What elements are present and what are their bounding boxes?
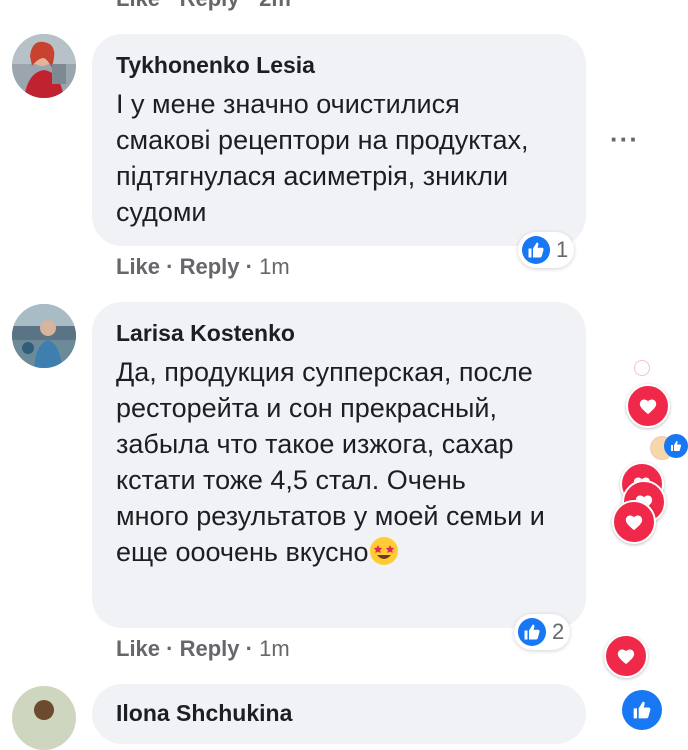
- reply-link[interactable]: Reply: [180, 636, 240, 661]
- comment-author[interactable]: Larisa Kostenko: [116, 320, 295, 347]
- comment-text: І у мене значно очистилися смакові рецеп…: [116, 89, 529, 227]
- previous-timestamp: 2m: [259, 0, 291, 11]
- reply-link[interactable]: Reply: [180, 254, 240, 279]
- like-icon: [522, 236, 550, 264]
- avatar-tykhonenko-lesia[interactable]: [12, 34, 76, 98]
- like-icon: [622, 690, 662, 730]
- heart-icon: [626, 384, 670, 428]
- separator: ·: [239, 254, 260, 279]
- heart-icon: [612, 500, 656, 544]
- separator: ·: [240, 0, 260, 11]
- comment-timestamp: 1m: [259, 254, 290, 279]
- comment-bubble: Tykhonenko Lesia І у мене значно очистил…: [92, 34, 586, 246]
- reaction-count: 2: [552, 619, 565, 644]
- comment-author[interactable]: Ilona Shchukina: [116, 700, 292, 727]
- previous-comment-actions: Like · Reply · 2m: [116, 0, 291, 12]
- reaction-summary[interactable]: 1: [518, 232, 575, 268]
- fading-heart-icon: [634, 360, 650, 376]
- avatar-larisa-kostenko[interactable]: [12, 304, 76, 368]
- previous-like-link[interactable]: Like: [116, 0, 160, 11]
- comment-actions: Like · Reply · 1m: [116, 636, 290, 662]
- separator: ·: [160, 0, 180, 11]
- reaction-count: 1: [556, 237, 569, 262]
- comment-author[interactable]: Tykhonenko Lesia: [116, 52, 315, 79]
- avatar-ilona[interactable]: [12, 686, 76, 750]
- reaction-summary[interactable]: 2: [514, 614, 571, 650]
- comment-bubble: Ilona Shchukina: [92, 684, 586, 744]
- comment-bubble: Larisa Kostenko Да, продукция супперская…: [92, 302, 586, 628]
- comment-timestamp: 1m: [259, 636, 290, 661]
- comment-actions: Like · Reply · 1m: [116, 254, 290, 280]
- like-link[interactable]: Like: [116, 636, 160, 661]
- comment-text: Да, продукция супперская, после ресторей…: [116, 354, 546, 570]
- separator: ·: [160, 636, 180, 661]
- separator: ·: [239, 636, 260, 661]
- like-link[interactable]: Like: [116, 254, 160, 279]
- star-struck-emoji-icon: [369, 537, 398, 565]
- comment-text-content: Да, продукция супперская, после ресторей…: [116, 357, 545, 567]
- more-options-icon[interactable]: ···: [610, 124, 639, 155]
- like-icon: [518, 618, 546, 646]
- previous-reply-link[interactable]: Reply: [180, 0, 240, 11]
- heart-icon: [604, 634, 648, 678]
- like-icon: [664, 434, 688, 458]
- separator: ·: [160, 254, 180, 279]
